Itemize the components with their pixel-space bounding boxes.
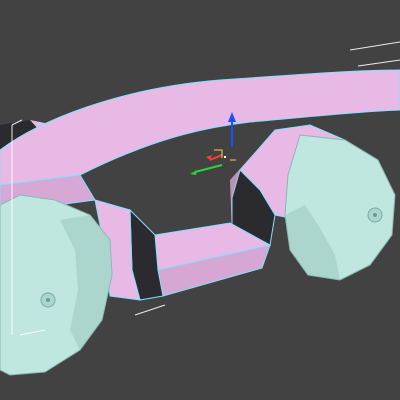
- viewport-scene[interactable]: [0, 0, 400, 400]
- pivot-point: [224, 156, 226, 158]
- 3d-viewport[interactable]: [0, 0, 400, 400]
